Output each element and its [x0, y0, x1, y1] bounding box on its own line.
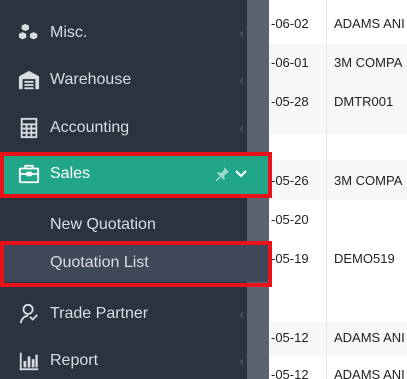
date-cell: -05-19: [271, 251, 309, 266]
sidebar-item-sales[interactable]: Sales: [0, 152, 269, 196]
customer-cell: ADAMS ANI: [334, 16, 405, 31]
submenu-item-label: New Quotation: [50, 216, 156, 233]
pin-icon[interactable]: [214, 166, 230, 182]
date-cell: -05-28: [271, 94, 309, 109]
chevron-left-icon: ‹: [239, 306, 244, 322]
date-cell: -05-26: [271, 173, 309, 188]
sidebar-item-label: Report: [50, 352, 99, 369]
submenu-item-new-quotation[interactable]: New Quotation: [0, 206, 247, 244]
sidebar-item-label: Sales: [50, 165, 91, 182]
handshake-icon: [17, 302, 41, 326]
sidebar-item-label: Accounting: [50, 119, 130, 136]
date-cell: -05-12: [271, 367, 309, 379]
chevron-left-icon: ‹: [239, 353, 244, 369]
date-cell: -06-01: [271, 55, 309, 70]
customer-cell: DMTR001: [334, 94, 394, 109]
date-cell: -05-12: [271, 330, 309, 345]
sidebar-item-trade-partner[interactable]: Trade Partner ‹: [0, 292, 247, 336]
briefcase-icon: [17, 162, 41, 186]
customer-cell: ADAMS ANI: [334, 330, 405, 345]
bar-chart-icon: [17, 349, 41, 373]
customer-cell: ADAMS ANI: [334, 367, 405, 379]
sidebar-item-report[interactable]: Report ‹: [0, 339, 247, 379]
sidebar-item-label: Trade Partner: [50, 305, 149, 322]
customer-cell: DEMO519: [334, 251, 395, 266]
customer-cell: 3M COMPA: [334, 173, 403, 188]
column-divider: [326, 0, 327, 379]
sidebar-item-accounting[interactable]: Accounting ‹: [0, 106, 247, 150]
sidebar-item-warehouse[interactable]: Warehouse ‹: [0, 58, 247, 102]
submenu-item-quotation-list[interactable]: Quotation List: [0, 244, 269, 282]
sidebar-item-label: Misc.: [50, 24, 88, 41]
chevron-left-icon: ‹: [239, 25, 244, 41]
quotation-table: -06-02 ADAMS ANI -06-01 3M COMPA -05-28 …: [269, 0, 407, 379]
warehouse-icon: [17, 68, 41, 92]
chevron-down-icon[interactable]: [234, 167, 248, 181]
sidebar-item-label: Warehouse: [50, 71, 132, 88]
date-cell: -05-20: [271, 212, 309, 227]
chevron-left-icon: ‹: [239, 120, 244, 136]
submenu-item-label: Quotation List: [50, 254, 149, 271]
calculator-icon: [17, 116, 41, 140]
customer-cell: 3M COMPA: [334, 55, 403, 70]
sidebar-item-misc[interactable]: Misc. ‹: [0, 11, 247, 55]
chevron-left-icon: ‹: [239, 72, 244, 88]
cubes-icon: [17, 21, 41, 45]
date-cell: -06-02: [271, 16, 309, 31]
